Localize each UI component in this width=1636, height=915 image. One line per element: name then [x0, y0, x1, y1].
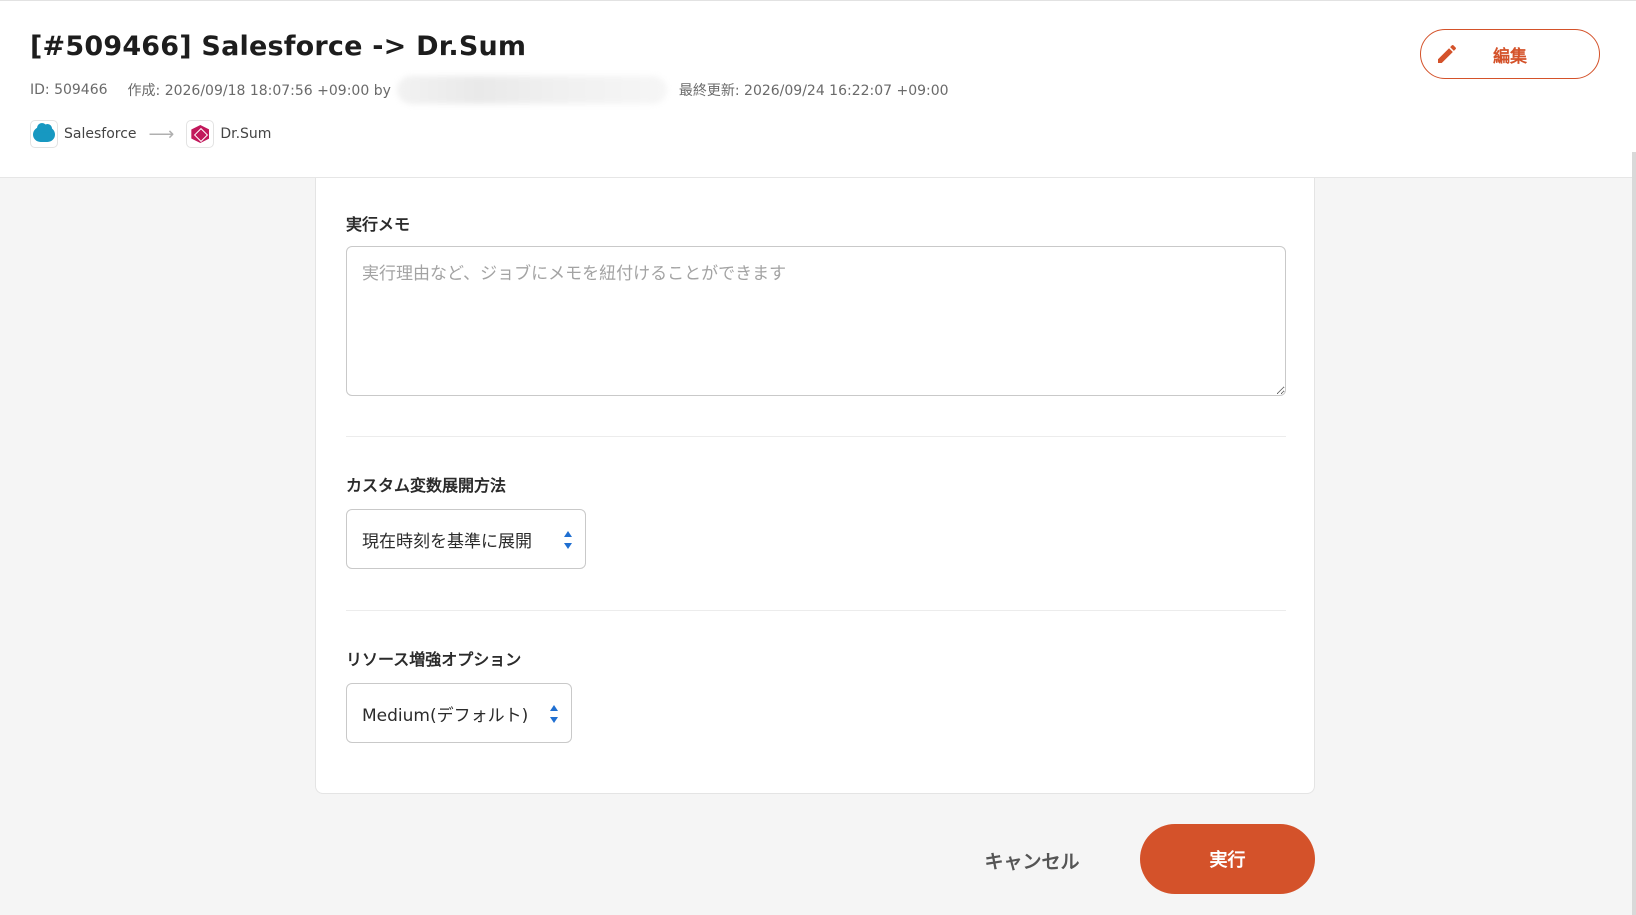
divider: [346, 436, 1286, 437]
updated-info: 最終更新: 2026/09/24 16:22:07 +09:00: [678, 83, 949, 99]
divider: [346, 610, 1286, 611]
select-updown-icon: [550, 705, 558, 723]
cancel-button[interactable]: キャンセル: [962, 838, 1102, 882]
created-info: 作成: 2026/09/18 18:07:56 +09:00 by: [127, 83, 391, 99]
page-title: [#509466] Salesforce -> Dr.Sum: [30, 31, 527, 62]
job-meta: ID: 509466 作成: 2026/09/18 18:07:56 +09:0…: [30, 76, 949, 104]
salesforce-cloud-icon: [30, 120, 58, 148]
memo-input[interactable]: [346, 246, 1286, 396]
memo-label: 実行メモ: [346, 215, 411, 234]
run-options-panel: 実行メモ カスタム変数展開方法 現在時刻を基準に展開 リソース増強オプション M…: [315, 178, 1315, 794]
select-updown-icon: [564, 531, 572, 549]
arrow-right-icon: ⟶: [148, 123, 175, 145]
run-button[interactable]: 実行: [1140, 824, 1315, 894]
edit-button[interactable]: 編集: [1420, 29, 1600, 79]
job-id: ID: 509466: [30, 82, 108, 98]
drsum-cube-icon: [186, 120, 215, 148]
connector-path: Salesforce ⟶ Dr.Sum: [30, 119, 271, 149]
destination-connector-name: Dr.Sum: [220, 126, 272, 142]
job-header: [#509466] Salesforce -> Dr.Sum ID: 50946…: [0, 0, 1636, 178]
resource-label: リソース増強オプション: [346, 650, 522, 669]
custom-var-label: カスタム変数展開方法: [346, 476, 507, 495]
resource-selected: Medium(デフォルト): [362, 705, 529, 726]
scrollbar[interactable]: [1632, 152, 1636, 915]
resource-select[interactable]: Medium(デフォルト): [346, 683, 572, 743]
run-button-label: 実行: [1209, 850, 1246, 871]
edit-button-label: 編集: [1493, 46, 1527, 67]
pencil-icon: [1438, 44, 1457, 63]
custom-var-select[interactable]: 現在時刻を基準に展開: [346, 509, 586, 569]
redacted-user-name: [396, 76, 667, 104]
source-connector-name: Salesforce: [64, 126, 137, 142]
custom-var-selected: 現在時刻を基準に展開: [362, 531, 532, 552]
